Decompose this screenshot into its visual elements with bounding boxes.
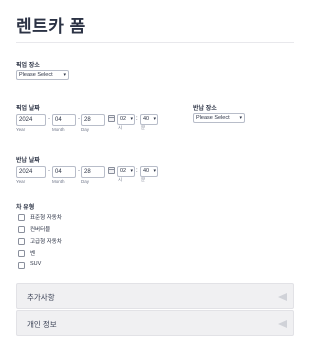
- return-month-sublabel: Month: [52, 179, 65, 184]
- pickup-hour-select[interactable]: 02 ▾: [117, 114, 135, 125]
- pickup-year-input[interactable]: 2024: [16, 114, 46, 126]
- return-minute-select[interactable]: 40 ▾: [140, 166, 158, 177]
- pickup-date-label: 픽업 날짜: [16, 106, 40, 112]
- pickup-minute-select[interactable]: 40 ▾: [140, 114, 158, 125]
- pickup-minute-sublabel: 분: [141, 125, 146, 130]
- date-dash: -: [78, 116, 80, 122]
- car-type-option-label: SUV: [30, 261, 42, 267]
- checkbox[interactable]: [18, 226, 25, 233]
- return-hour-select[interactable]: 02 ▾: [117, 166, 135, 177]
- return-location-selected: Please Select: [196, 115, 230, 121]
- return-hour-sublabel: 시: [118, 177, 123, 182]
- section-title: 개인 정보: [27, 320, 57, 329]
- chevron-down-icon: ▾: [63, 72, 66, 78]
- return-month-input[interactable]: 04: [52, 166, 76, 178]
- pickup-day-input[interactable]: 28: [81, 114, 105, 126]
- return-minute-value: 40: [143, 168, 150, 174]
- car-type-option-label: 벤: [30, 251, 36, 257]
- date-dash: -: [48, 116, 50, 122]
- collapse-arrow-icon[interactable]: [278, 320, 287, 328]
- collapse-arrow-icon[interactable]: [278, 293, 287, 301]
- pickup-month-input[interactable]: 04: [52, 114, 76, 126]
- return-year-sublabel: Year: [16, 179, 26, 184]
- pickup-location-select[interactable]: Please Select ▾: [16, 70, 69, 80]
- date-dash: -: [78, 168, 80, 174]
- return-calendar-icon[interactable]: [108, 167, 115, 174]
- pickup-location-label: 픽업 장소: [16, 63, 40, 69]
- section-personal-info[interactable]: 개인 정보: [16, 310, 294, 336]
- return-location-select[interactable]: Please Select ▾: [193, 113, 245, 123]
- return-hour-value: 02: [120, 168, 127, 174]
- checkbox[interactable]: [18, 214, 25, 221]
- pickup-year-sublabel: Year: [16, 127, 26, 132]
- chevron-down-icon: ▾: [130, 116, 133, 122]
- car-type-option-label: 표준형 자동차: [30, 215, 62, 221]
- pickup-minute-value: 40: [143, 116, 150, 122]
- checkbox[interactable]: [18, 262, 25, 269]
- pickup-month-sublabel: Month: [52, 127, 65, 132]
- pickup-location-selected: Please Select: [19, 72, 53, 78]
- car-type-option-label: 고급형 자동차: [30, 239, 62, 245]
- date-dash: -: [48, 168, 50, 174]
- car-type-label: 차 유형: [16, 205, 35, 211]
- car-type-option-label: 컨버터블: [30, 227, 51, 233]
- section-title: 추가사항: [27, 293, 55, 302]
- return-day-input[interactable]: 28: [81, 166, 105, 178]
- pickup-calendar-icon[interactable]: [108, 115, 115, 122]
- return-day-sublabel: Day: [81, 179, 90, 184]
- time-colon: :: [136, 116, 138, 122]
- title-divider: [16, 42, 294, 43]
- chevron-down-icon: ▾: [153, 116, 156, 122]
- chevron-down-icon: ▾: [153, 168, 156, 174]
- chevron-down-icon: ▾: [239, 115, 242, 121]
- return-minute-sublabel: 분: [141, 177, 146, 182]
- return-year-input[interactable]: 2024: [16, 166, 46, 178]
- checkbox[interactable]: [18, 250, 25, 257]
- time-colon: :: [136, 168, 138, 174]
- form-title: 렌트카 폼: [16, 17, 86, 36]
- pickup-hour-value: 02: [120, 116, 127, 122]
- section-additional[interactable]: 추가사항: [16, 283, 294, 309]
- pickup-hour-sublabel: 시: [118, 125, 123, 130]
- checkbox[interactable]: [18, 238, 25, 245]
- return-location-label: 반납 장소: [193, 106, 217, 112]
- pickup-day-sublabel: Day: [81, 127, 90, 132]
- return-date-label: 반납 날짜: [16, 158, 40, 164]
- chevron-down-icon: ▾: [130, 168, 133, 174]
